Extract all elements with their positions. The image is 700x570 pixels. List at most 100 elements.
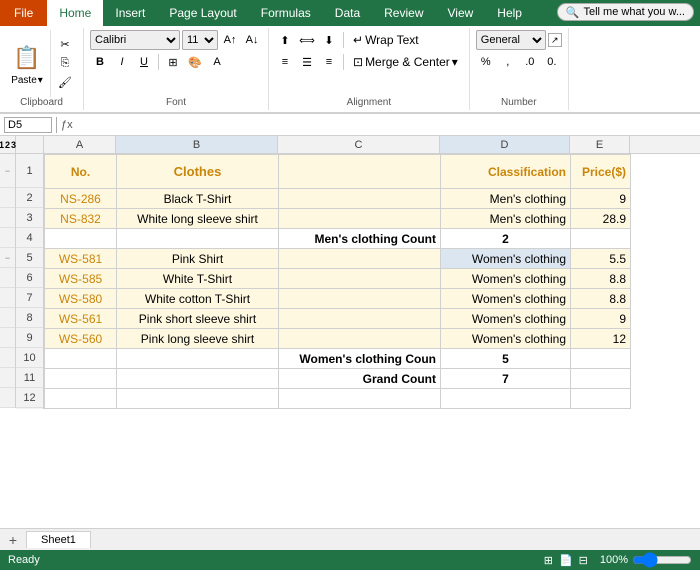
cell-D5[interactable]: Women's clothing [441,249,571,269]
row-num-7[interactable]: 7 [16,288,43,308]
cell-C4[interactable]: Men's clothing Count [279,229,441,249]
cell-E12[interactable] [571,389,631,409]
cell-A7[interactable]: WS-580 [45,289,117,309]
percent-button[interactable]: % [476,52,496,72]
cell-D4[interactable]: 2 [441,229,571,249]
view-layout-icon[interactable]: 📄 [559,554,573,567]
border-button[interactable]: ⊞ [163,52,183,72]
underline-button[interactable]: U [134,52,154,72]
cell-D9[interactable]: Women's clothing [441,329,571,349]
cell-B4[interactable] [117,229,279,249]
font-name-select[interactable]: Calibri [90,30,180,50]
cell-C10[interactable]: Women's clothing Coun [279,349,441,369]
cell-A4[interactable] [45,229,117,249]
review-tab[interactable]: Review [372,0,435,26]
col-header-E[interactable]: E [570,136,630,153]
sheet-tab-1[interactable]: Sheet1 [26,531,91,548]
cell-B6[interactable]: White T-Shirt [117,269,279,289]
cell-E8[interactable]: 9 [571,309,631,329]
cell-B3[interactable]: White long sleeve shirt [117,209,279,229]
cell-A3[interactable]: NS-832 [45,209,117,229]
row-num-8[interactable]: 8 [16,308,43,328]
cut-button[interactable]: ✂ [53,36,77,54]
outline-collapse-2[interactable]: − [0,248,15,268]
number-format-select[interactable]: General [476,30,546,50]
page-layout-tab[interactable]: Page Layout [157,0,248,26]
cell-D7[interactable]: Women's clothing [441,289,571,309]
cell-B11[interactable] [117,369,279,389]
cell-E11[interactable] [571,369,631,389]
increase-font-button[interactable]: A↑ [220,30,240,50]
cell-A12[interactable] [45,389,117,409]
cell-E9[interactable]: 12 [571,329,631,349]
font-color-button[interactable]: A [207,52,227,72]
italic-button[interactable]: I [112,52,132,72]
row-num-3[interactable]: 3 [16,208,43,228]
col-header-A[interactable]: A [44,136,116,153]
row-num-5[interactable]: 5 [16,248,43,268]
cell-A11[interactable] [45,369,117,389]
number-expand-button[interactable]: ↗ [548,33,562,47]
insert-tab[interactable]: Insert [103,0,157,26]
cell-E5[interactable]: 5.5 [571,249,631,269]
align-top-button[interactable]: ⬆ [275,30,295,50]
cell-B12[interactable] [117,389,279,409]
increase-decimal-button[interactable]: .0 [520,52,540,72]
cell-C6[interactable] [279,269,441,289]
help-tab[interactable]: Help [485,0,534,26]
cell-A6[interactable]: WS-585 [45,269,117,289]
cell-D8[interactable]: Women's clothing [441,309,571,329]
formulas-tab[interactable]: Formulas [249,0,323,26]
cell-C7[interactable] [279,289,441,309]
cell-D10[interactable]: 5 [441,349,571,369]
decrease-font-button[interactable]: A↓ [242,30,262,50]
view-tab[interactable]: View [436,0,486,26]
copy-button[interactable]: ⎘ [53,55,77,73]
cell-A9[interactable]: WS-560 [45,329,117,349]
cell-C2[interactable] [279,189,441,209]
fill-color-button[interactable]: 🎨 [185,52,205,72]
row-num-1[interactable]: 1 [16,154,43,188]
col-header-B[interactable]: B [116,136,278,153]
cell-B2[interactable]: Black T-Shirt [117,189,279,209]
cell-C3[interactable] [279,209,441,229]
cell-A1[interactable]: No. [45,155,117,189]
cell-B7[interactable]: White cotton T-Shirt [117,289,279,309]
data-tab[interactable]: Data [323,0,372,26]
col-header-D[interactable]: D [440,136,570,153]
cell-E10[interactable] [571,349,631,369]
row-num-9[interactable]: 9 [16,328,43,348]
row-num-10[interactable]: 10 [16,348,43,368]
cell-E7[interactable]: 8.8 [571,289,631,309]
row-num-6[interactable]: 6 [16,268,43,288]
cell-A10[interactable] [45,349,117,369]
file-tab[interactable]: File [0,0,47,26]
merge-center-button[interactable]: ⊡ Merge & Center ▾ [348,53,463,71]
cell-D6[interactable]: Women's clothing [441,269,571,289]
cell-D3[interactable]: Men's clothing [441,209,571,229]
row-num-4[interactable]: 4 [16,228,43,248]
cell-E1[interactable]: Price($) [571,155,631,189]
home-tab[interactable]: Home [47,0,103,26]
cell-E2[interactable]: 9 [571,189,631,209]
cell-B5[interactable]: Pink Shirt [117,249,279,269]
cell-D2[interactable]: Men's clothing [441,189,571,209]
zoom-slider[interactable] [632,554,692,566]
paste-button[interactable]: 📋 Paste ▾ [4,30,51,97]
align-center-button[interactable]: ☰ [297,52,317,72]
cell-C9[interactable] [279,329,441,349]
outline-level-2[interactable]: 2 [5,140,10,150]
row-num-2[interactable]: 2 [16,188,43,208]
cell-A2[interactable]: NS-286 [45,189,117,209]
cell-reference-box[interactable] [4,117,52,133]
cell-B10[interactable] [117,349,279,369]
cell-C11[interactable]: Grand Count [279,369,441,389]
cell-D11[interactable]: 7 [441,369,571,389]
view-page-break-icon[interactable]: ⊟ [579,554,588,567]
bold-button[interactable]: B [90,52,110,72]
row-num-12[interactable]: 12 [16,388,43,408]
view-normal-icon[interactable]: ⊞ [544,554,553,567]
row-num-11[interactable]: 11 [16,368,43,388]
cell-A5[interactable]: WS-581 [45,249,117,269]
cell-D12[interactable] [441,389,571,409]
